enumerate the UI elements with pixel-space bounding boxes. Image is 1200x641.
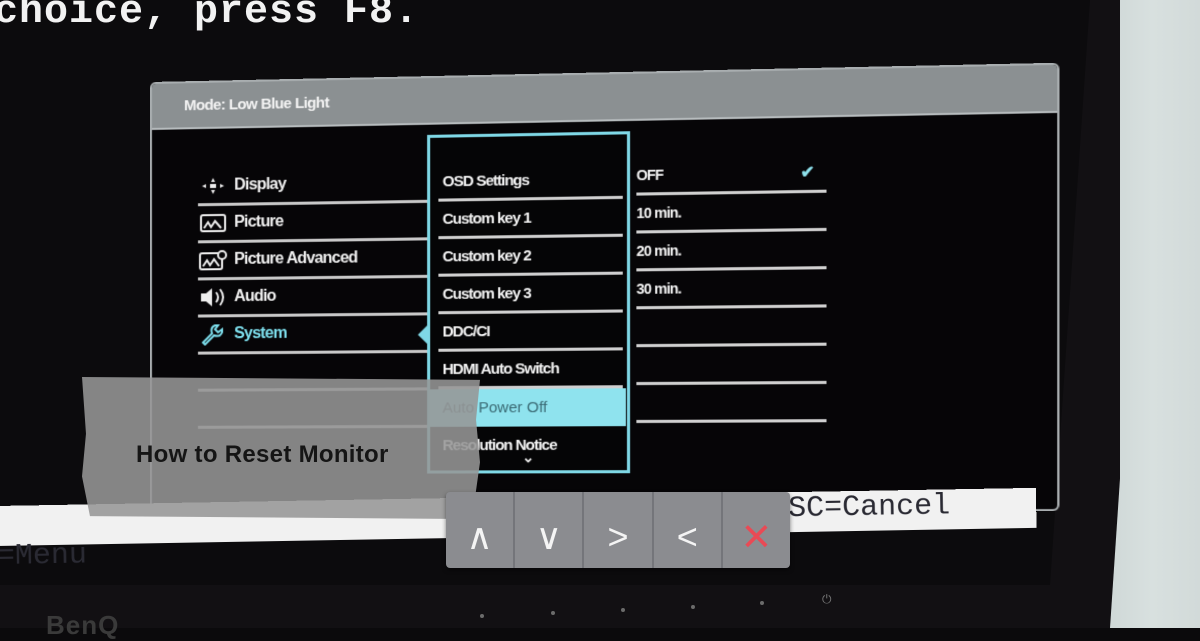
option-off[interactable]: OFF ✔ bbox=[636, 154, 827, 196]
option-label: 30 min. bbox=[636, 280, 682, 298]
menu-item-picture-advanced[interactable]: Picture Advanced bbox=[197, 240, 430, 281]
submenu-item-label: Custom key 3 bbox=[442, 284, 531, 303]
nav-up-button[interactable]: ∧ bbox=[446, 492, 516, 568]
hardware-button[interactable] bbox=[691, 605, 695, 609]
hardware-button[interactable] bbox=[760, 601, 764, 605]
chevron-down-icon[interactable]: ⌄ bbox=[522, 449, 534, 466]
picture-advanced-icon bbox=[198, 250, 228, 270]
menu-item-label: Display bbox=[234, 175, 286, 194]
status-cancel-hint: SC=Cancel bbox=[787, 489, 951, 527]
submenu-item-custom-key-2[interactable]: Custom key 2 bbox=[438, 236, 623, 277]
option-label: 10 min. bbox=[636, 204, 682, 222]
osd-nav-buttons: ∧ ∨ > < ✕ bbox=[446, 492, 790, 568]
menu-item-audio[interactable]: Audio bbox=[197, 277, 430, 318]
menu-item-picture[interactable]: Picture bbox=[197, 202, 430, 244]
bios-text: choice, press F8. bbox=[0, 0, 420, 35]
submenu-item-custom-key-1[interactable]: Custom key 1 bbox=[438, 198, 623, 240]
option-empty bbox=[636, 307, 827, 348]
menu-item-label: Picture Advanced bbox=[234, 249, 358, 269]
hardware-button[interactable] bbox=[480, 614, 484, 618]
nav-exit-button[interactable]: ✕ bbox=[723, 492, 790, 568]
brand-logo: BenQ bbox=[46, 610, 120, 640]
option-30-min[interactable]: 30 min. bbox=[636, 269, 827, 310]
audio-icon bbox=[198, 287, 228, 307]
power-icon[interactable]: ⏻ bbox=[822, 592, 832, 607]
option-label: 20 min. bbox=[636, 242, 682, 260]
display-icon bbox=[198, 177, 228, 195]
menu-item-label: Audio bbox=[234, 287, 276, 306]
picture-icon bbox=[198, 213, 228, 232]
chevron-up-icon: ∧ bbox=[466, 516, 493, 557]
status-menu-hint: =Menu bbox=[0, 538, 88, 574]
submenu-item-osd-settings[interactable]: OSD Settings bbox=[438, 161, 623, 202]
menu-item-system[interactable]: System bbox=[197, 315, 430, 355]
menu-item-label: System bbox=[234, 324, 287, 343]
chevron-right-icon: > bbox=[607, 516, 629, 557]
hardware-button[interactable] bbox=[621, 608, 625, 612]
chevron-down-icon: ∨ bbox=[535, 516, 562, 557]
hardware-button[interactable] bbox=[551, 611, 555, 615]
option-label: OFF bbox=[636, 166, 664, 184]
nav-left-button[interactable]: < bbox=[654, 492, 723, 568]
submenu-item-ddc-ci[interactable]: DDC/CI bbox=[438, 312, 623, 352]
wrench-icon bbox=[198, 323, 228, 345]
nav-down-button[interactable]: ∨ bbox=[515, 492, 585, 568]
submenu-item-label: HDMI Auto Switch bbox=[442, 359, 559, 378]
checkmark-icon: ✔ bbox=[800, 164, 814, 182]
submenu-item-label: OSD Settings bbox=[442, 171, 529, 190]
options-list: OFF ✔ 10 min. 20 min. 30 min. bbox=[636, 154, 827, 424]
option-20-min[interactable]: 20 min. bbox=[636, 230, 827, 272]
submenu-item-label: Custom key 1 bbox=[442, 208, 531, 228]
submenu-item-label: Custom key 2 bbox=[442, 246, 531, 266]
mode-label: Mode: Low Blue Light bbox=[183, 93, 329, 114]
chevron-left-icon: < bbox=[676, 516, 698, 557]
submenu-item-label: DDC/CI bbox=[442, 322, 490, 341]
option-10-min[interactable]: 10 min. bbox=[636, 192, 827, 234]
article-title: How to Reset Monitor bbox=[136, 441, 389, 468]
option-empty bbox=[636, 383, 827, 424]
close-icon: ✕ bbox=[740, 516, 773, 559]
submenu-pointer bbox=[417, 322, 431, 347]
submenu-item-custom-key-3[interactable]: Custom key 3 bbox=[438, 274, 623, 315]
menu-item-label: Picture bbox=[234, 213, 284, 231]
option-empty bbox=[636, 345, 827, 386]
menu-item-display[interactable]: Display bbox=[197, 165, 430, 207]
nav-right-button[interactable]: > bbox=[584, 492, 654, 568]
